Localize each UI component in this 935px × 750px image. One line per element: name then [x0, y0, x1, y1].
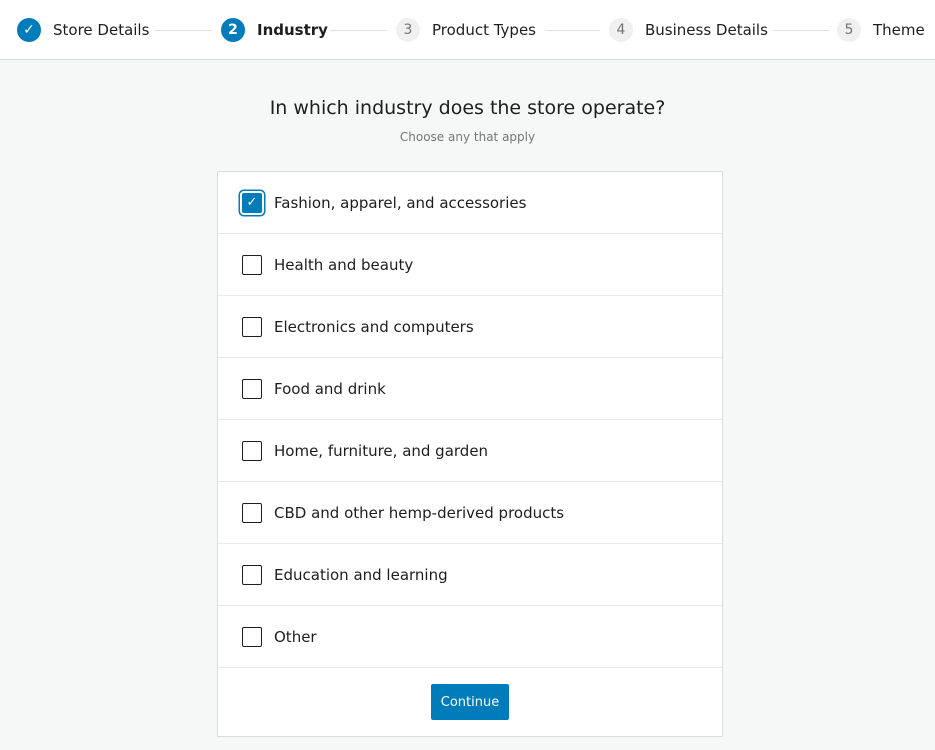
- checkbox[interactable]: [242, 564, 262, 585]
- option-label: CBD and other hemp-derived products: [274, 503, 565, 522]
- step-number: 3: [396, 18, 420, 42]
- step-store-details[interactable]: ✓ Store Details: [17, 18, 149, 42]
- option-label: Other: [274, 627, 317, 646]
- page-title: In which industry does the store operate…: [269, 97, 666, 119]
- step-business-details[interactable]: 4 Business Details: [609, 18, 768, 42]
- industry-option[interactable]: Health and beauty: [218, 234, 722, 296]
- step-label: Store Details: [53, 21, 150, 39]
- step-label: Business Details: [645, 21, 768, 39]
- step-divider: [330, 30, 387, 31]
- industry-option[interactable]: Education and learning: [218, 544, 722, 606]
- step-label: Industry: [257, 21, 328, 39]
- step-divider: [155, 30, 212, 31]
- step-product-types[interactable]: 3 Product Types: [396, 18, 536, 42]
- industry-option[interactable]: Other: [218, 606, 722, 668]
- option-label: Electronics and computers: [274, 317, 474, 336]
- step-label: Product Types: [432, 21, 536, 39]
- industry-option[interactable]: Food and drink: [218, 358, 722, 420]
- industry-card: ✓ Fashion, apparel, and accessories Health…: [217, 171, 723, 737]
- step-number: 4: [609, 18, 633, 42]
- option-label: Health and beauty: [274, 255, 414, 274]
- option-label: Education and learning: [274, 565, 448, 584]
- option-label: Home, furniture, and garden: [274, 441, 489, 460]
- checkbox[interactable]: [242, 254, 262, 275]
- check-icon: ✓: [17, 18, 41, 42]
- checkbox[interactable]: [242, 626, 262, 647]
- card-footer: Continue: [218, 668, 722, 736]
- step-number: 2: [221, 18, 245, 42]
- step-theme[interactable]: 5 Theme: [837, 18, 925, 42]
- industry-option[interactable]: ✓ Fashion, apparel, and accessories: [218, 172, 722, 234]
- step-label: Theme: [873, 21, 925, 39]
- stepper-header: ✓ Store Details 2 Industry 3 Product Typ…: [0, 0, 935, 60]
- industry-option[interactable]: Home, furniture, and garden: [218, 420, 722, 482]
- checkbox[interactable]: [242, 440, 262, 461]
- option-label: Fashion, apparel, and accessories: [274, 193, 527, 212]
- industry-option[interactable]: CBD and other hemp-derived products: [218, 482, 722, 544]
- step-industry[interactable]: 2 Industry: [221, 18, 328, 42]
- step-divider: [773, 30, 829, 31]
- checkbox[interactable]: [242, 502, 262, 523]
- checkbox[interactable]: [242, 378, 262, 399]
- industry-option[interactable]: Electronics and computers: [218, 296, 722, 358]
- checkbox[interactable]: [242, 316, 262, 337]
- option-label: Food and drink: [274, 379, 386, 398]
- page-subtitle: Choose any that apply: [399, 130, 536, 144]
- step-number: 5: [837, 18, 861, 42]
- checkbox-checked[interactable]: ✓: [242, 192, 262, 213]
- step-divider: [545, 30, 600, 31]
- continue-button[interactable]: Continue: [431, 684, 509, 720]
